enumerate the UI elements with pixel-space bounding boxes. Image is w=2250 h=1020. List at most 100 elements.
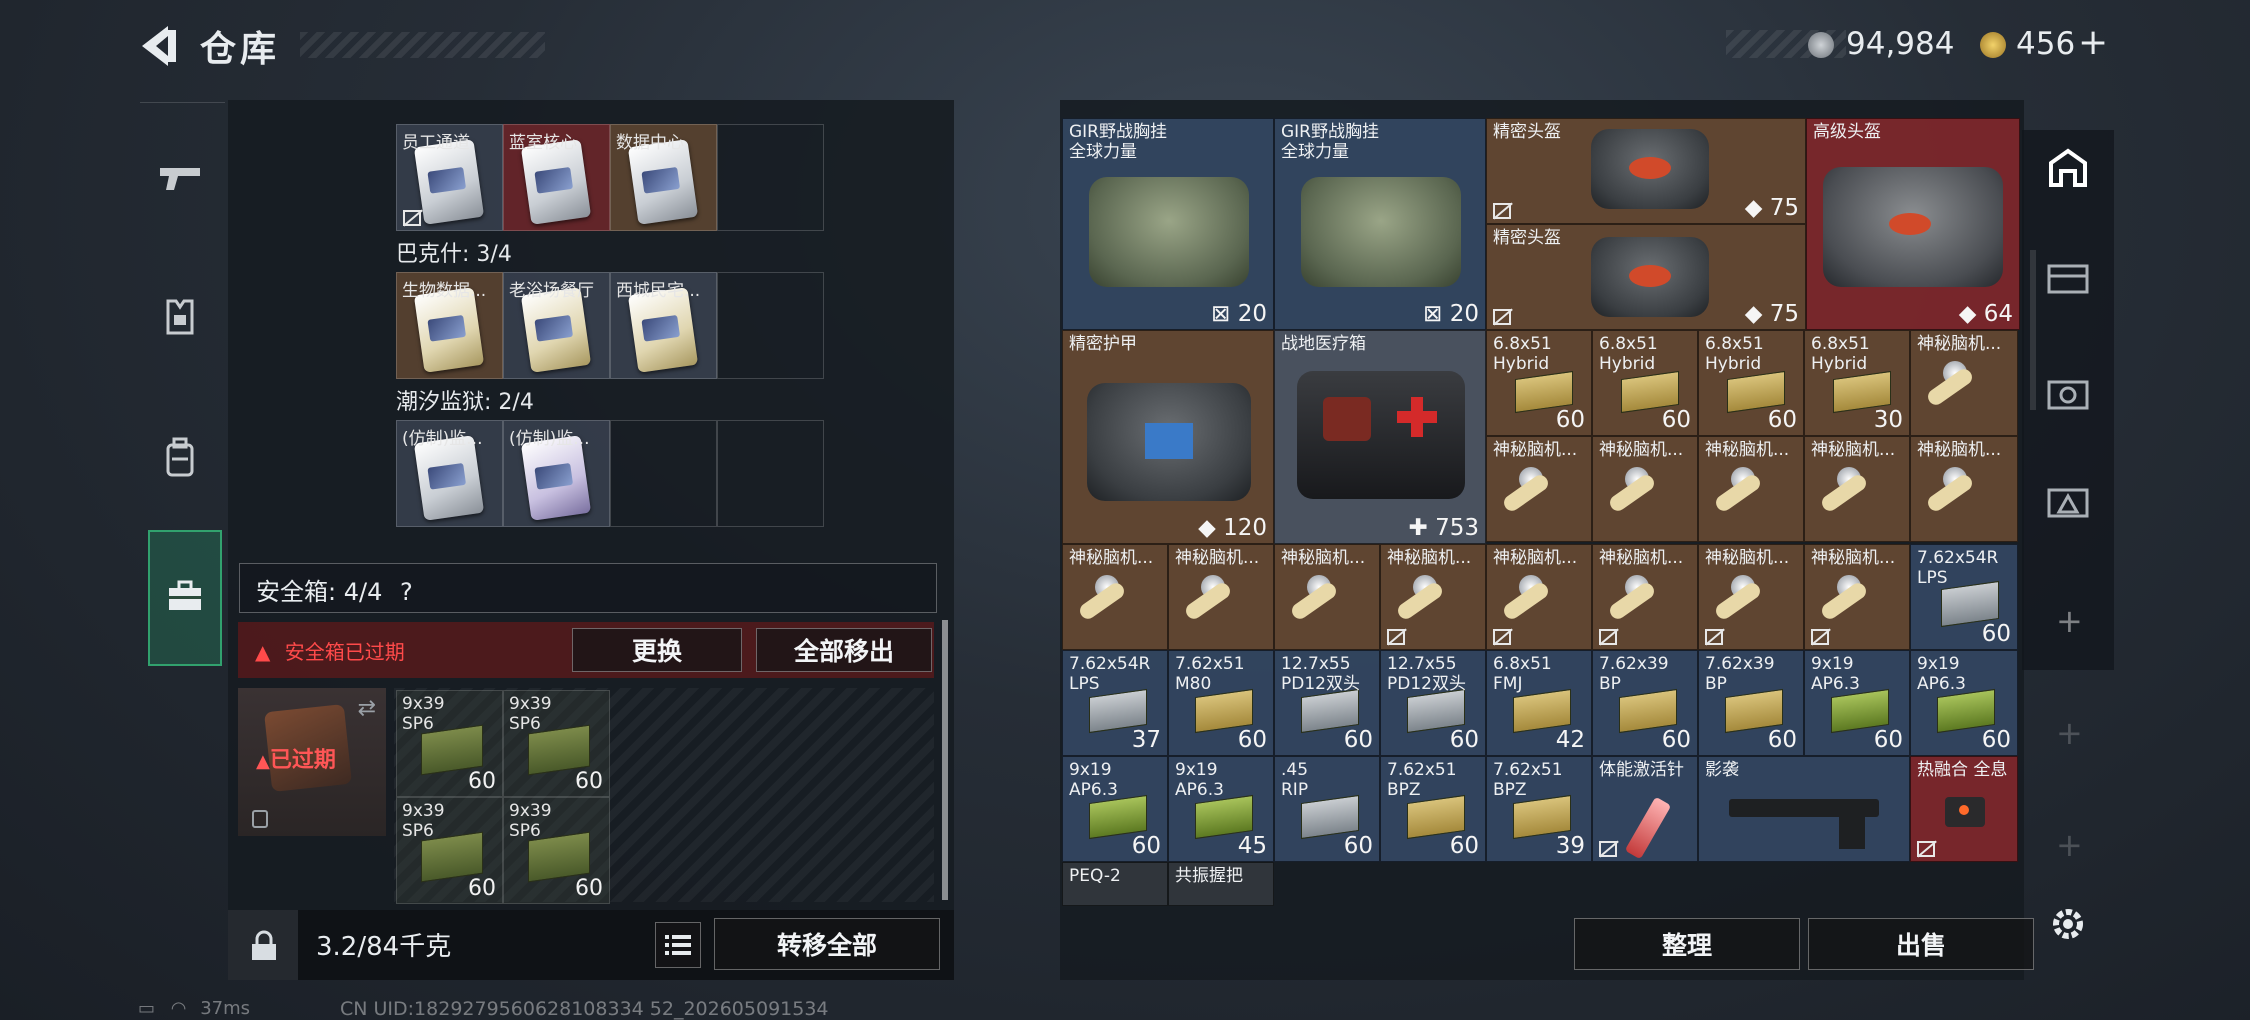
stash-item[interactable]: .45 RIP 60 — [1274, 756, 1380, 862]
stash-item[interactable]: 神秘脑机... — [1486, 436, 1592, 542]
stash-item[interactable]: 7.62x39 BP 60 — [1592, 650, 1698, 756]
keycard-slot[interactable]: 西城民宅... — [610, 272, 717, 379]
stash-item[interactable]: 精密头盔 ◆ 75 — [1486, 224, 1806, 330]
stash-item[interactable]: 7.62x39 BP 60 — [1698, 650, 1804, 756]
stash-item[interactable]: 神秘脑机... — [1698, 436, 1804, 542]
stash-item[interactable]: 9x19 AP6.3 45 — [1168, 756, 1274, 862]
keycard-slot[interactable]: 数据中心 — [610, 124, 717, 231]
replace-button[interactable]: 更换 — [572, 628, 742, 672]
item-count: 60 — [1237, 727, 1267, 753]
stash-item[interactable]: 7.62x51 M80 60 — [1168, 650, 1274, 756]
keycard-slot[interactable]: 蓝室核心 — [503, 124, 610, 231]
item-stat: ◆ 120 — [1198, 515, 1267, 541]
back-arrow-icon[interactable] — [138, 22, 180, 70]
stash-item[interactable]: 7.62x51 BPZ 60 — [1380, 756, 1486, 862]
carry-weight: 3.2/84千克 — [316, 932, 452, 962]
stash-item[interactable]: 神秘脑机... — [1592, 436, 1698, 542]
stash-item[interactable]: 6.8x51 Hybrid 60 — [1698, 330, 1804, 436]
stash-item[interactable]: 神秘脑机... — [1804, 544, 1910, 650]
expired-warning: ▲ 安全箱已过期 — [255, 636, 405, 665]
stash-item[interactable]: 7.62x54R LPS 37 — [1062, 650, 1168, 756]
helmet-icon — [1823, 167, 2003, 287]
transfer-all-button[interactable]: 转移全部 — [714, 918, 940, 970]
stash-item[interactable]: 6.8x51 Hybrid 30 — [1804, 330, 1910, 436]
organize-button[interactable]: 整理 — [1574, 918, 1800, 970]
stash-item[interactable]: 9x19 AP6.3 60 — [1910, 650, 2018, 756]
help-icon[interactable]: ? — [400, 578, 413, 606]
stash-item[interactable]: 体能激活针 — [1592, 756, 1698, 862]
stash-item[interactable]: 战地医疗箱 ✚ 753 — [1274, 330, 1486, 544]
stash-item[interactable]: 热融合 全息 — [1910, 756, 2018, 862]
ammo-slot[interactable]: 9x39 SP6 60 — [503, 797, 610, 904]
move-all-out-button[interactable]: 全部移出 — [756, 628, 932, 672]
empty-slot[interactable] — [717, 124, 824, 231]
stash-item[interactable]: 6.8x51 Hybrid 60 — [1592, 330, 1698, 436]
stash-item[interactable]: 9x19 AP6.3 60 — [1062, 756, 1168, 862]
stash-item[interactable]: 神秘脑机... — [1274, 544, 1380, 650]
shield-icon: ◆ — [1958, 301, 1977, 327]
nav-weapons[interactable] — [140, 124, 220, 234]
item-count: 60 — [1449, 727, 1479, 753]
item-label: GIR野战胸挂 全球力量 — [1069, 122, 1167, 162]
lock-icon — [252, 930, 276, 960]
stash-item[interactable]: 神秘脑机... — [1168, 544, 1274, 650]
stash-item[interactable]: 7.62x54R LPS 60 — [1910, 544, 2018, 650]
stash-item[interactable]: 神秘脑机... — [1698, 544, 1804, 650]
list-view-button[interactable] — [655, 922, 701, 968]
stash-item[interactable]: 7.62x51 BPZ 39 — [1486, 756, 1592, 862]
swap-icon[interactable]: ⇄ — [358, 696, 376, 721]
add-tab-button[interactable]: + — [2056, 826, 2083, 864]
item-label: 7.62x54R LPS — [1069, 654, 1151, 694]
keycard-slot[interactable]: (仿制)监... — [396, 420, 503, 527]
empty-slot[interactable] — [717, 420, 824, 527]
stash-item[interactable]: 高级头盔 ◆ 64 — [1806, 118, 2020, 330]
item-count: 60 — [1449, 833, 1479, 859]
stash-item[interactable]: 影袭 — [1698, 756, 1910, 862]
stash-item[interactable]: 神秘脑机... — [1592, 544, 1698, 650]
add-currency-button[interactable]: + — [2078, 22, 2108, 63]
nav-backpack[interactable] — [140, 402, 220, 512]
stash-item[interactable]: 12.7x55 PD12双头 60 — [1274, 650, 1380, 756]
stash-item[interactable]: 神秘脑机... — [1804, 436, 1910, 542]
item-stat: ◆ 75 — [1745, 301, 1799, 327]
scrollbar[interactable] — [942, 620, 948, 900]
stash-item[interactable]: PEQ-2 — [1062, 862, 1168, 906]
shield-icon: ◆ — [1744, 301, 1763, 327]
stash-item[interactable]: 神秘脑机... — [1062, 544, 1168, 650]
tab-filter-1[interactable] — [2042, 252, 2094, 304]
stash-item[interactable]: 神秘脑机... — [1380, 544, 1486, 650]
stash-item[interactable]: 6.8x51 FMJ 42 — [1486, 650, 1592, 756]
settings-button[interactable] — [2042, 898, 2094, 950]
add-tab-button[interactable]: + — [2056, 714, 2083, 752]
tab-filter-2[interactable] — [2042, 368, 2094, 420]
lock-toggle[interactable] — [228, 910, 298, 980]
nav-safebox[interactable] — [148, 530, 222, 666]
stash-item[interactable]: 12.7x55 PD12双头 60 — [1380, 650, 1486, 756]
tab-stash-home[interactable] — [2042, 142, 2094, 194]
stash-item[interactable]: 9x19 AP6.3 60 — [1804, 650, 1910, 756]
keycard-slot[interactable]: 老浴场餐厅 — [503, 272, 610, 379]
stash-item[interactable]: 神秘脑机... — [1486, 544, 1592, 650]
keycard-slot[interactable]: 生物数据... — [396, 272, 503, 379]
ammo-slot[interactable]: 9x39 SP6 60 — [396, 797, 503, 904]
keycard-slot[interactable]: 员工通道 — [396, 124, 503, 231]
stash-item[interactable]: 神秘脑机... — [1910, 436, 2018, 542]
ammo-slot[interactable]: 9x39 SP6 60 — [396, 690, 503, 797]
empty-slot[interactable] — [717, 272, 824, 379]
add-tab-button[interactable]: + — [2056, 602, 2083, 640]
nav-armor[interactable] — [140, 262, 220, 372]
stash-item[interactable]: 6.8x51 Hybrid 60 — [1486, 330, 1592, 436]
expired-badge-text: 已过期 — [269, 748, 336, 773]
item-label: 共振握把 — [1175, 866, 1243, 886]
tab-filter-3[interactable] — [2042, 476, 2094, 528]
stash-item[interactable]: GIR野战胸挂 全球力量 ⊠ 20 — [1274, 118, 1486, 330]
stash-item[interactable]: GIR野战胸挂 全球力量 ⊠ 20 — [1062, 118, 1274, 330]
stash-item[interactable]: 精密护甲 ◆ 120 — [1062, 330, 1274, 544]
empty-slot[interactable] — [610, 420, 717, 527]
keycard-slot[interactable]: (仿制)监... — [503, 420, 610, 527]
stash-item[interactable]: 共振握把 — [1168, 862, 1274, 906]
ammo-slot[interactable]: 9x39 SP6 60 — [503, 690, 610, 797]
sell-button[interactable]: 出售 — [1808, 918, 2034, 970]
stash-item[interactable]: 精密头盔 ◆ 75 — [1486, 118, 1806, 224]
stash-item[interactable]: 神秘脑机... — [1910, 330, 2018, 436]
